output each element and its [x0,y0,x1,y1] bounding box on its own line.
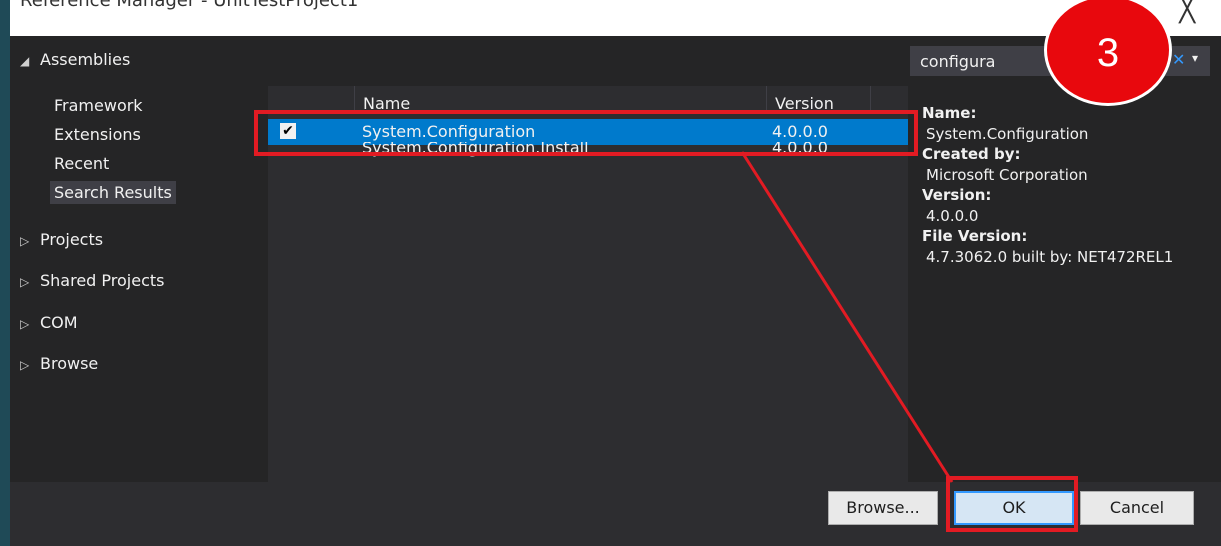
annotation-arrow-line [740,151,954,483]
annotation-connector [740,151,954,483]
annotation-highlight-row [254,110,918,156]
annotation-highlight-ok [946,476,1078,532]
